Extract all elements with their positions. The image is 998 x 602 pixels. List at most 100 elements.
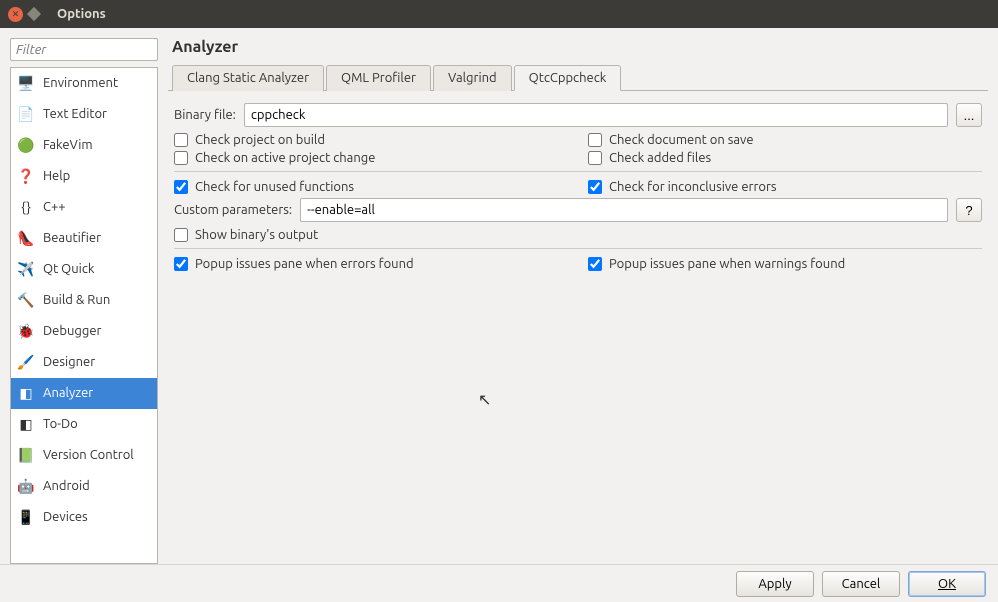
help-button[interactable]: ?: [956, 198, 982, 222]
check-on-project-change-label: Check on active project change: [195, 151, 375, 165]
check-inconclusive-errors-box[interactable]: [588, 180, 602, 194]
category-item-label: FakeVim: [43, 138, 93, 152]
browse-button[interactable]: ...: [956, 103, 982, 127]
show-binary-output-label: Show binary's output: [195, 228, 318, 242]
check-unused-functions[interactable]: Check for unused functions: [174, 180, 568, 194]
category-item-build-run[interactable]: 🔨 Build & Run: [11, 285, 157, 316]
category-item-label: Debugger: [43, 324, 101, 338]
category-item-label: C++: [43, 200, 66, 214]
category-item-label: Qt Quick: [43, 262, 94, 276]
binary-file-label: Binary file:: [174, 108, 236, 122]
build-run-icon: 🔨: [15, 289, 37, 311]
category-list-container: 🖥️ Environment 📄 Text Editor 🟢 FakeVim ❓ Help {}…: [10, 67, 158, 564]
c--icon: {}: [15, 196, 37, 218]
ok-button[interactable]: OK: [908, 571, 986, 597]
category-item-label: Android: [43, 479, 90, 493]
check-project-on-build[interactable]: Check project on build: [174, 133, 568, 147]
text-editor-icon: 📄: [15, 103, 37, 125]
to-do-icon: ◧: [15, 413, 37, 435]
filter-input[interactable]: [10, 38, 158, 61]
category-item-version-control[interactable]: 📗 Version Control: [11, 440, 157, 471]
popup-on-warnings-box[interactable]: [588, 257, 602, 271]
category-item-label: Environment: [43, 76, 118, 90]
category-item-fakevim[interactable]: 🟢 FakeVim: [11, 130, 157, 161]
debugger-icon: 🐞: [15, 320, 37, 342]
category-item-label: Text Editor: [43, 107, 107, 121]
check-project-on-build-label: Check project on build: [195, 133, 325, 147]
help-icon: ❓: [15, 165, 37, 187]
tab-content: Binary file: ... Check project on build …: [168, 91, 988, 287]
category-item-debugger[interactable]: 🐞 Debugger: [11, 316, 157, 347]
custom-parameters-input[interactable]: [300, 198, 948, 222]
category-item-beautifier[interactable]: 👠Beautifier: [11, 223, 157, 254]
popup-on-warnings-label: Popup issues pane when warnings found: [609, 257, 845, 271]
window-title: Options: [57, 7, 106, 21]
category-item-qt-quick[interactable]: ✈️ Qt Quick: [11, 254, 157, 285]
category-item-text-editor[interactable]: 📄 Text Editor: [11, 99, 157, 130]
check-unused-functions-label: Check for unused functions: [195, 180, 354, 194]
designer-icon: 🖌️: [15, 351, 37, 373]
category-list[interactable]: 🖥️ Environment 📄 Text Editor 🟢 FakeVim ❓ Help {}…: [11, 68, 157, 563]
tab-qtccppcheck[interactable]: QtcCppcheck: [514, 65, 622, 91]
check-document-on-save-label: Check document on save: [609, 133, 754, 147]
category-item-label: Build & Run: [43, 293, 110, 307]
tab-clang-static-analyzer[interactable]: Clang Static Analyzer: [172, 65, 324, 91]
category-item-label: To-Do: [43, 417, 78, 431]
apply-button[interactable]: Apply: [736, 571, 814, 597]
dialog-footer: Apply Cancel OK: [0, 564, 998, 602]
check-project-on-build-box[interactable]: [174, 133, 188, 147]
window-control-icon[interactable]: [27, 7, 41, 21]
category-item-android[interactable]: 🤖 Android: [11, 471, 157, 502]
category-item-label: Version Control: [43, 448, 134, 462]
tab-valgrind[interactable]: Valgrind: [433, 65, 512, 91]
qt-quick-icon: ✈️: [15, 258, 37, 280]
check-on-project-change[interactable]: Check on active project change: [174, 151, 568, 165]
side-pane: 🖥️ Environment 📄 Text Editor 🟢 FakeVim ❓ Help {}…: [10, 38, 158, 564]
page-title: Analyzer: [168, 38, 988, 56]
show-binary-output[interactable]: Show binary's output: [174, 228, 982, 242]
separator: [174, 171, 982, 172]
binary-file-input[interactable]: [244, 103, 948, 127]
environment-icon: 🖥️: [15, 72, 37, 94]
popup-on-errors[interactable]: Popup issues pane when errors found: [174, 257, 568, 271]
beautifier-icon: 👠: [15, 227, 37, 249]
popup-on-errors-label: Popup issues pane when errors found: [195, 257, 414, 271]
category-item-devices[interactable]: 📱 Devices: [11, 502, 157, 533]
category-item-label: Analyzer: [43, 386, 93, 400]
tab-qml-profiler[interactable]: QML Profiler: [326, 65, 431, 91]
popup-on-errors-box[interactable]: [174, 257, 188, 271]
version-control-icon: 📗: [15, 444, 37, 466]
custom-parameters-label: Custom parameters:: [174, 203, 292, 217]
category-item-environment[interactable]: 🖥️ Environment: [11, 68, 157, 99]
check-added-files-box[interactable]: [588, 151, 602, 165]
check-on-project-change-box[interactable]: [174, 151, 188, 165]
fakevim-icon: 🟢: [15, 134, 37, 156]
check-added-files-label: Check added files: [609, 151, 711, 165]
category-item-label: Devices: [43, 510, 88, 524]
titlebar: ✕ Options: [0, 0, 998, 28]
check-document-on-save-box[interactable]: [588, 133, 602, 147]
close-icon[interactable]: ✕: [8, 7, 23, 22]
android-icon: 🤖: [15, 475, 37, 497]
check-document-on-save[interactable]: Check document on save: [588, 133, 982, 147]
category-item-analyzer[interactable]: ◧ Analyzer: [11, 378, 157, 409]
cancel-button[interactable]: Cancel: [822, 571, 900, 597]
check-inconclusive-errors[interactable]: Check for inconclusive errors: [588, 180, 982, 194]
category-item-label: Designer: [43, 355, 95, 369]
separator: [174, 248, 982, 249]
category-item-label: Help: [43, 169, 70, 183]
main-pane: Analyzer Clang Static AnalyzerQML Profil…: [168, 38, 988, 564]
devices-icon: 📱: [15, 506, 37, 528]
ok-button-label: OK: [938, 577, 956, 591]
tab-bar: Clang Static AnalyzerQML ProfilerValgrin…: [168, 64, 988, 91]
check-inconclusive-errors-label: Check for inconclusive errors: [609, 180, 777, 194]
check-unused-functions-box[interactable]: [174, 180, 188, 194]
analyzer-icon: ◧: [15, 382, 37, 404]
category-item-to-do[interactable]: ◧ To-Do: [11, 409, 157, 440]
category-item-c-[interactable]: {} C++: [11, 192, 157, 223]
category-item-designer[interactable]: 🖌️ Designer: [11, 347, 157, 378]
check-added-files[interactable]: Check added files: [588, 151, 982, 165]
show-binary-output-box[interactable]: [174, 228, 188, 242]
popup-on-warnings[interactable]: Popup issues pane when warnings found: [588, 257, 982, 271]
category-item-help[interactable]: ❓ Help: [11, 161, 157, 192]
